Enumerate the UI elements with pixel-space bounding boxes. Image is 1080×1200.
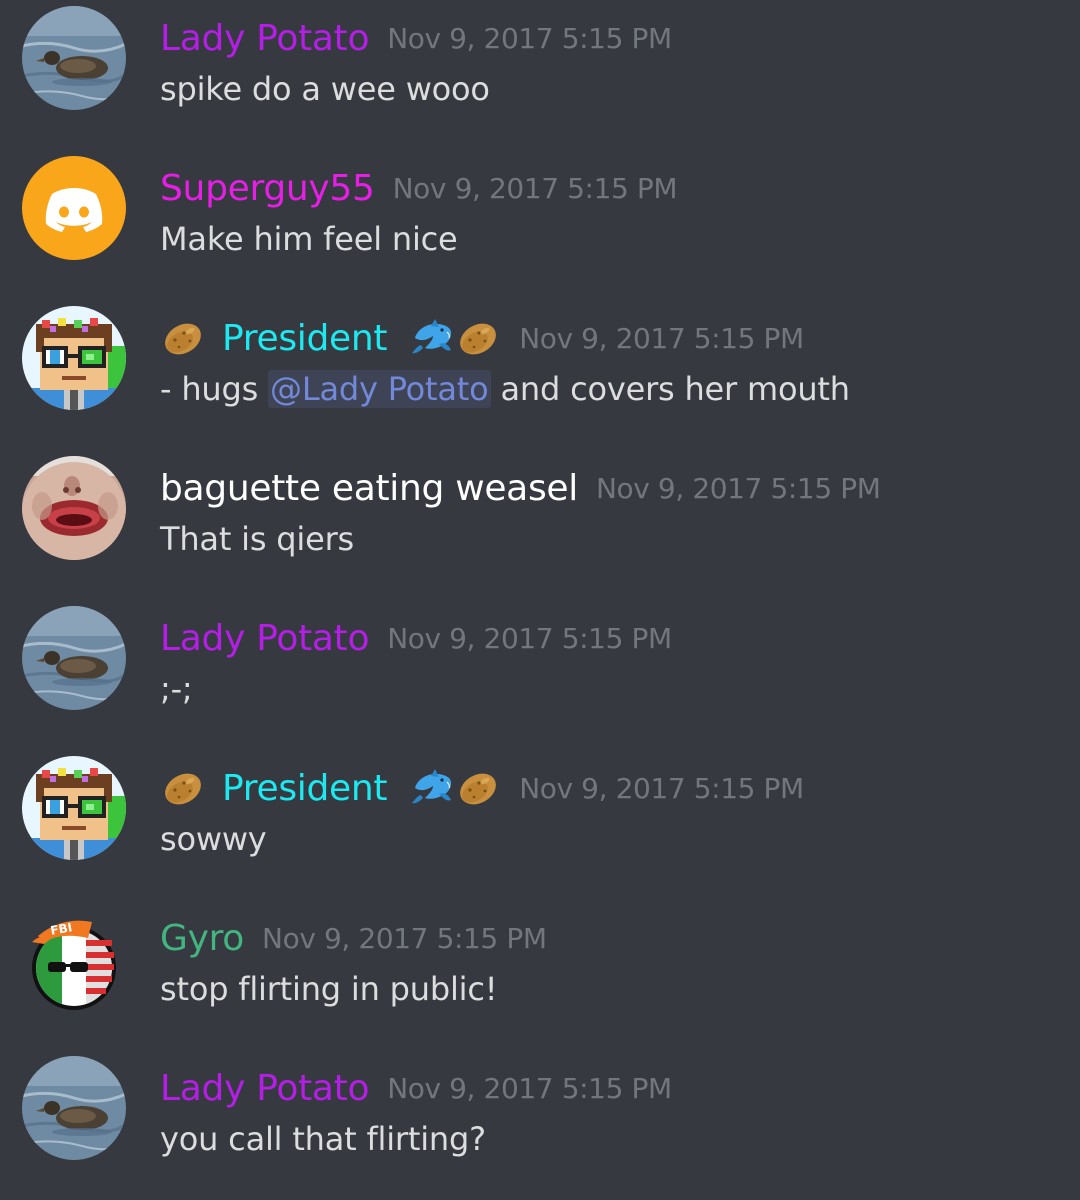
pixel-character-avatar[interactable]: [22, 756, 126, 860]
message: Lady Potato Nov 9, 2017 5:15 PM you call…: [0, 1050, 1080, 1200]
message-header: Superguy55 Nov 9, 2017 5:15 PM: [160, 158, 678, 218]
timestamp: Nov 9, 2017 5:15 PM: [387, 21, 672, 55]
message-header: baguette eating weasel Nov 9, 2017 5:15 …: [160, 458, 881, 518]
potato-icon: [160, 318, 206, 358]
dolphin-icon: [409, 318, 455, 358]
discord-default-avatar[interactable]: [22, 156, 126, 260]
message-header: Lady Potato Nov 9, 2017 5:15 PM: [160, 1058, 672, 1118]
countryball-avatar[interactable]: FBI: [22, 906, 126, 1010]
duck-avatar[interactable]: [22, 1056, 126, 1160]
username[interactable]: Lady Potato: [160, 1068, 369, 1109]
pixel-character-avatar[interactable]: [22, 306, 126, 410]
timestamp: Nov 9, 2017 5:15 PM: [387, 1071, 672, 1105]
timestamp: Nov 9, 2017 5:15 PM: [595, 471, 881, 505]
message-text: you call that flirting?: [160, 1120, 486, 1158]
message-text: ;-;: [160, 670, 193, 708]
message-header: Lady Potato Nov 9, 2017 5:15 PM: [160, 8, 672, 68]
username[interactable]: Lady Potato: [160, 18, 369, 59]
username[interactable]: Gyro: [160, 918, 244, 959]
duck-avatar[interactable]: [22, 6, 126, 110]
face-avatar[interactable]: [22, 456, 126, 560]
message: Lady Potato Nov 9, 2017 5:15 PM ;-;: [0, 600, 1080, 750]
message-header: Gyro Nov 9, 2017 5:15 PM: [160, 908, 547, 968]
message-header: President Nov 9, 2017 5:15 PM: [160, 308, 804, 368]
message: President Nov 9, 2017 5:15 PM sowwy: [0, 750, 1080, 900]
message: FBI Gyro Nov 9, 2017 5:15 PM stop flirti…: [0, 900, 1080, 1050]
message: Lady Potato Nov 9, 2017 5:15 PM spike do…: [0, 0, 1080, 150]
message-text: Make him feel nice: [160, 220, 458, 258]
message-text: sowwy: [160, 820, 267, 858]
message: baguette eating weasel Nov 9, 2017 5:15 …: [0, 450, 1080, 600]
message-text: stop flirting in public!: [160, 970, 498, 1008]
message-header: Lady Potato Nov 9, 2017 5:15 PM: [160, 608, 672, 668]
potato-icon: [160, 768, 206, 808]
message-text-before: - hugs: [160, 370, 269, 408]
message: Superguy55 Nov 9, 2017 5:15 PM Make him …: [0, 150, 1080, 300]
user-mention[interactable]: @Lady Potato: [268, 370, 491, 408]
message-text-after: and covers her mouth: [490, 370, 851, 408]
timestamp: Nov 9, 2017 5:15 PM: [387, 621, 672, 655]
username[interactable]: President: [222, 318, 388, 359]
timestamp: Nov 9, 2017 5:15 PM: [392, 171, 678, 205]
username[interactable]: Lady Potato: [160, 618, 369, 659]
duck-avatar[interactable]: [22, 606, 126, 710]
dolphin-icon: [409, 768, 455, 808]
message-text: - hugs @Lady Potato and covers her mouth: [160, 370, 850, 408]
message-text: That is qiers: [160, 520, 355, 558]
username[interactable]: Superguy55: [160, 168, 375, 209]
timestamp: Nov 9, 2017 5:15 PM: [262, 921, 547, 955]
timestamp: Nov 9, 2017 5:15 PM: [519, 321, 804, 355]
potato-icon: [455, 318, 501, 358]
username[interactable]: baguette eating weasel: [160, 468, 578, 509]
potato-icon: [455, 768, 501, 808]
timestamp: Nov 9, 2017 5:15 PM: [519, 771, 804, 805]
message-text: spike do a wee wooo: [160, 70, 490, 108]
message: President Nov 9, 2017 5:15 PM - hugs @La…: [0, 300, 1080, 450]
username[interactable]: President: [222, 768, 388, 809]
message-header: President Nov 9, 2017 5:15 PM: [160, 758, 804, 818]
